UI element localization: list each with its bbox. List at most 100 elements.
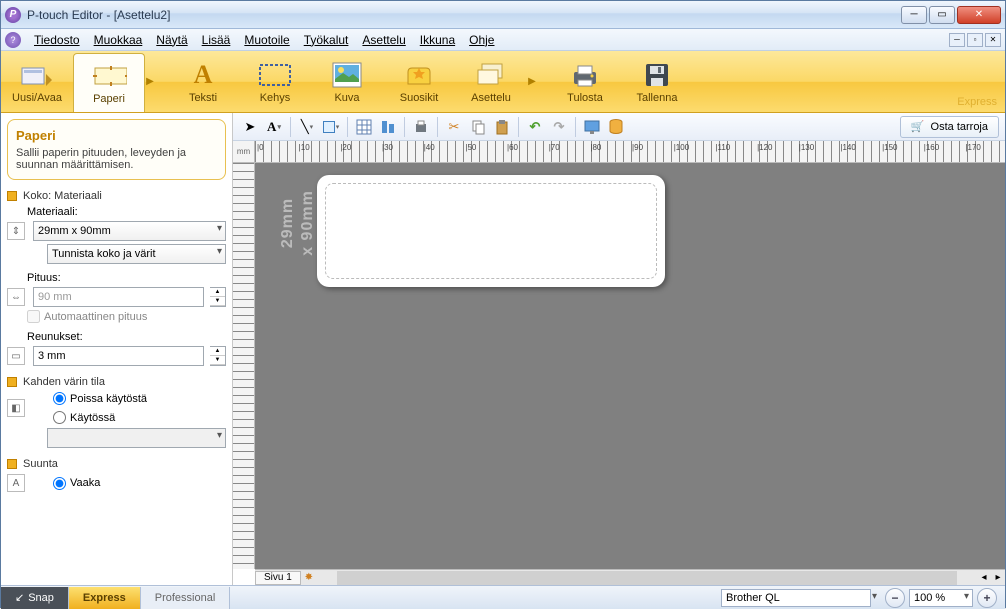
ribbon-image-label: Kuva: [334, 92, 359, 104]
maximize-button[interactable]: ▭: [929, 6, 955, 24]
menu-tools[interactable]: Työkalut: [297, 31, 356, 49]
label-size-b: x 90mm: [299, 173, 317, 273]
ribbon-favorites[interactable]: Suosikit: [383, 51, 455, 112]
ruler-unit: mm: [233, 141, 255, 163]
ribbon-frame[interactable]: Kehys: [239, 51, 311, 112]
menu-edit[interactable]: Muokkaa: [87, 31, 150, 49]
auto-length-label: Automaattinen pituus: [44, 311, 147, 323]
length-input[interactable]: [33, 287, 204, 307]
mode-professional[interactable]: Professional: [141, 587, 231, 609]
mdi-minimize-button[interactable]: ─: [949, 33, 965, 47]
mdi-close-button[interactable]: ✕: [985, 33, 1001, 47]
menu-help[interactable]: Ohje: [462, 31, 501, 49]
ribbon-paper-label: Paperi: [93, 93, 125, 105]
buy-labels-label: Osta tarroja: [931, 121, 988, 133]
copy-tool[interactable]: [467, 116, 489, 138]
horizontal-ruler: |0|10|20|30|40|50|60|70|80|90|100|110|12…: [255, 141, 1005, 163]
status-bar: ↙Snap Express Professional − +: [1, 585, 1005, 609]
page-tab-1[interactable]: Sivu 1: [255, 571, 301, 585]
mdi-restore-button[interactable]: ▫: [967, 33, 983, 47]
sidebar-info: Paperi Sallii paperin pituuden, leveyden…: [7, 119, 226, 180]
ribbon-save[interactable]: Tallenna: [621, 51, 693, 112]
printer-select[interactable]: [721, 589, 871, 607]
twocolor-header: Kahden värin tila: [23, 376, 105, 388]
margins-icon: ▭: [7, 347, 25, 365]
orient-header: Suunta: [23, 458, 58, 470]
menu-view[interactable]: Näytä: [149, 31, 194, 49]
table-tool[interactable]: [353, 116, 375, 138]
zoom-in-button[interactable]: +: [977, 588, 997, 608]
orient-horiz-radio[interactable]: [53, 477, 66, 490]
menu-window[interactable]: Ikkuna: [413, 31, 462, 49]
layout-icon: [473, 60, 509, 90]
window-title: P-touch Editor - [Asettelu2]: [27, 8, 901, 22]
new-open-icon: [19, 60, 55, 90]
app-icon: P: [5, 7, 21, 23]
material-select[interactable]: [33, 221, 226, 241]
snap-arrow-icon: ↙: [15, 591, 24, 604]
size-header: Koko: Materiaali: [23, 190, 102, 202]
length-label: Pituus:: [27, 272, 226, 284]
add-page-icon[interactable]: ✸: [301, 572, 317, 583]
ribbon-arrow-1[interactable]: ▶: [145, 51, 155, 112]
database-tool[interactable]: [605, 116, 627, 138]
screen-tool[interactable]: [581, 116, 603, 138]
property-sidebar: Paperi Sallii paperin pituuden, leveyden…: [1, 113, 233, 585]
minimize-button[interactable]: ─: [901, 6, 927, 24]
menu-format[interactable]: Muotoile: [237, 31, 296, 49]
ribbon-print-label: Tulosta: [567, 92, 603, 104]
auto-length-checkbox[interactable]: [27, 310, 40, 323]
ribbon-new-open-label: Uusi/Avaa: [12, 92, 62, 104]
close-button[interactable]: ✕: [957, 6, 1001, 24]
redo-tool[interactable]: ↷: [548, 116, 570, 138]
buy-labels-button[interactable]: 🛒 Osta tarroja: [900, 116, 999, 138]
zoom-select[interactable]: [909, 589, 973, 607]
label-paper[interactable]: [317, 175, 665, 287]
margins-input[interactable]: [33, 346, 204, 366]
ribbon-layout[interactable]: Asettelu: [455, 51, 527, 112]
twocolor-off-radio[interactable]: [53, 392, 66, 405]
label-printable-area: [325, 183, 657, 279]
twocolor-off-label: Poissa käytöstä: [70, 393, 147, 405]
line-tool[interactable]: ╲: [296, 116, 318, 138]
scroll-left-button[interactable]: ◂: [977, 572, 991, 583]
print-preview-tool[interactable]: [410, 116, 432, 138]
app-menu-icon[interactable]: ?: [5, 32, 21, 48]
canvas[interactable]: 29mm x 90mm: [255, 163, 1005, 569]
scroll-right-button[interactable]: ▸: [991, 572, 1005, 583]
paste-tool[interactable]: [491, 116, 513, 138]
ribbon-image[interactable]: Kuva: [311, 51, 383, 112]
margins-spinner[interactable]: ▲▼: [210, 346, 226, 366]
cut-tool[interactable]: ✂: [443, 116, 465, 138]
favorites-icon: [401, 60, 437, 90]
align-tool[interactable]: [377, 116, 399, 138]
ribbon-paper[interactable]: Paperi: [73, 53, 145, 112]
pointer-tool[interactable]: ➤: [239, 116, 261, 138]
canvas-container: mm |0|10|20|30|40|50|60|70|80|90|100|110…: [233, 141, 1005, 585]
ribbon-print[interactable]: Tulosta: [549, 51, 621, 112]
length-spinner[interactable]: ▲▼: [210, 287, 226, 307]
ribbon-frame-label: Kehys: [260, 92, 291, 104]
undo-tool[interactable]: ↶: [524, 116, 546, 138]
ribbon-favorites-label: Suosikit: [400, 92, 439, 104]
text-tool[interactable]: A: [263, 116, 285, 138]
material-label: Materiaali:: [27, 206, 226, 218]
ribbon-text[interactable]: A Teksti: [167, 51, 239, 112]
menu-insert[interactable]: Lisää: [195, 31, 238, 49]
menu-layout[interactable]: Asettelu: [355, 31, 412, 49]
zoom-out-button[interactable]: −: [885, 588, 905, 608]
save-icon: [639, 60, 675, 90]
horizontal-scrollbar[interactable]: [337, 571, 957, 585]
mode-express[interactable]: Express: [69, 587, 141, 609]
twocolor-on-radio[interactable]: [53, 411, 66, 424]
detect-select[interactable]: [47, 244, 226, 264]
cart-icon: 🛒: [911, 120, 925, 133]
ribbon-new-open[interactable]: Uusi/Avaa: [1, 51, 73, 112]
title-bar: P P-touch Editor - [Asettelu2] ─ ▭ ✕: [1, 1, 1005, 29]
menu-file[interactable]: Tiedosto: [27, 31, 87, 49]
ribbon-arrow-2[interactable]: ▶: [527, 51, 537, 112]
secondary-toolbar: ➤ A ╲ ✂ ↶ ↷ 🛒 Osta tarroja: [233, 113, 1005, 141]
ribbon-mode-label: Express: [957, 96, 997, 108]
mode-snap[interactable]: ↙Snap: [1, 587, 69, 609]
rect-tool[interactable]: [320, 116, 342, 138]
